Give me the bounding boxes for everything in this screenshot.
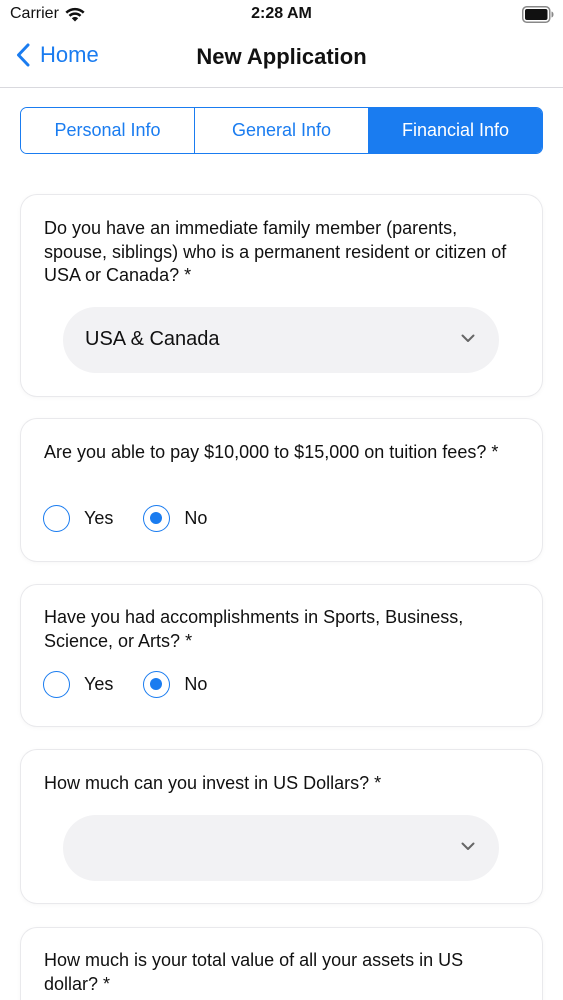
tuition-yes-option[interactable]: Yes [43, 505, 113, 532]
question-card-invest: How much can you invest in US Dollars? * [21, 750, 542, 903]
tab-personal-info[interactable]: Personal Info [21, 108, 194, 153]
question-accomplishments-text: Have you had accomplishments in Sports, … [44, 607, 464, 651]
status-bar: Carrier 2:28 AM [0, 0, 563, 30]
question-card-accomplishments: Have you had accomplishments in Sports, … [21, 585, 542, 726]
radio-button-checked[interactable] [143, 671, 171, 698]
accomplishments-radio-group: Yes No [43, 671, 237, 698]
family-country-select[interactable]: USA & Canada [63, 307, 499, 373]
question-family-text: Do you have an immediate family member (… [44, 218, 507, 285]
chevron-down-icon [461, 334, 475, 342]
accomplishments-yes-option[interactable]: Yes [43, 671, 113, 698]
radio-button[interactable] [43, 505, 70, 532]
family-country-value: USA & Canada [85, 328, 220, 350]
accomplishments-no-option[interactable]: No [143, 671, 207, 698]
invest-amount-select[interactable] [63, 815, 499, 881]
radio-label-no: No [184, 674, 208, 694]
page-title: New Application [196, 44, 367, 69]
question-card-family: Do you have an immediate family member (… [21, 195, 542, 396]
question-tuition-text: Are you able to pay $10,000 to $15,000 o… [44, 442, 499, 462]
navigation-bar: Home New Application [0, 30, 563, 88]
section-tabs: Personal Info General Info Financial Inf… [20, 107, 543, 154]
question-invest-text: How much can you invest in US Dollars? * [44, 773, 382, 793]
question-card-assets: How much is your total value of all your… [21, 928, 542, 1000]
question-assets-text: How much is your total value of all your… [44, 950, 464, 994]
radio-button[interactable] [43, 671, 70, 698]
tab-financial-info[interactable]: Financial Info [368, 108, 542, 153]
status-time: 2:28 AM [251, 5, 312, 22]
radio-label-yes: Yes [84, 674, 114, 694]
radio-button-checked[interactable] [143, 505, 171, 532]
battery-icon [522, 6, 554, 23]
question-card-tuition: Are you able to pay $10,000 to $15,000 o… [21, 419, 542, 561]
radio-label-yes: Yes [84, 508, 114, 528]
tuition-no-option[interactable]: No [143, 505, 207, 532]
tuition-radio-group: Yes No [43, 505, 237, 532]
tab-general-info[interactable]: General Info [194, 108, 368, 153]
radio-label-no: No [184, 508, 208, 528]
chevron-down-icon [461, 842, 475, 850]
